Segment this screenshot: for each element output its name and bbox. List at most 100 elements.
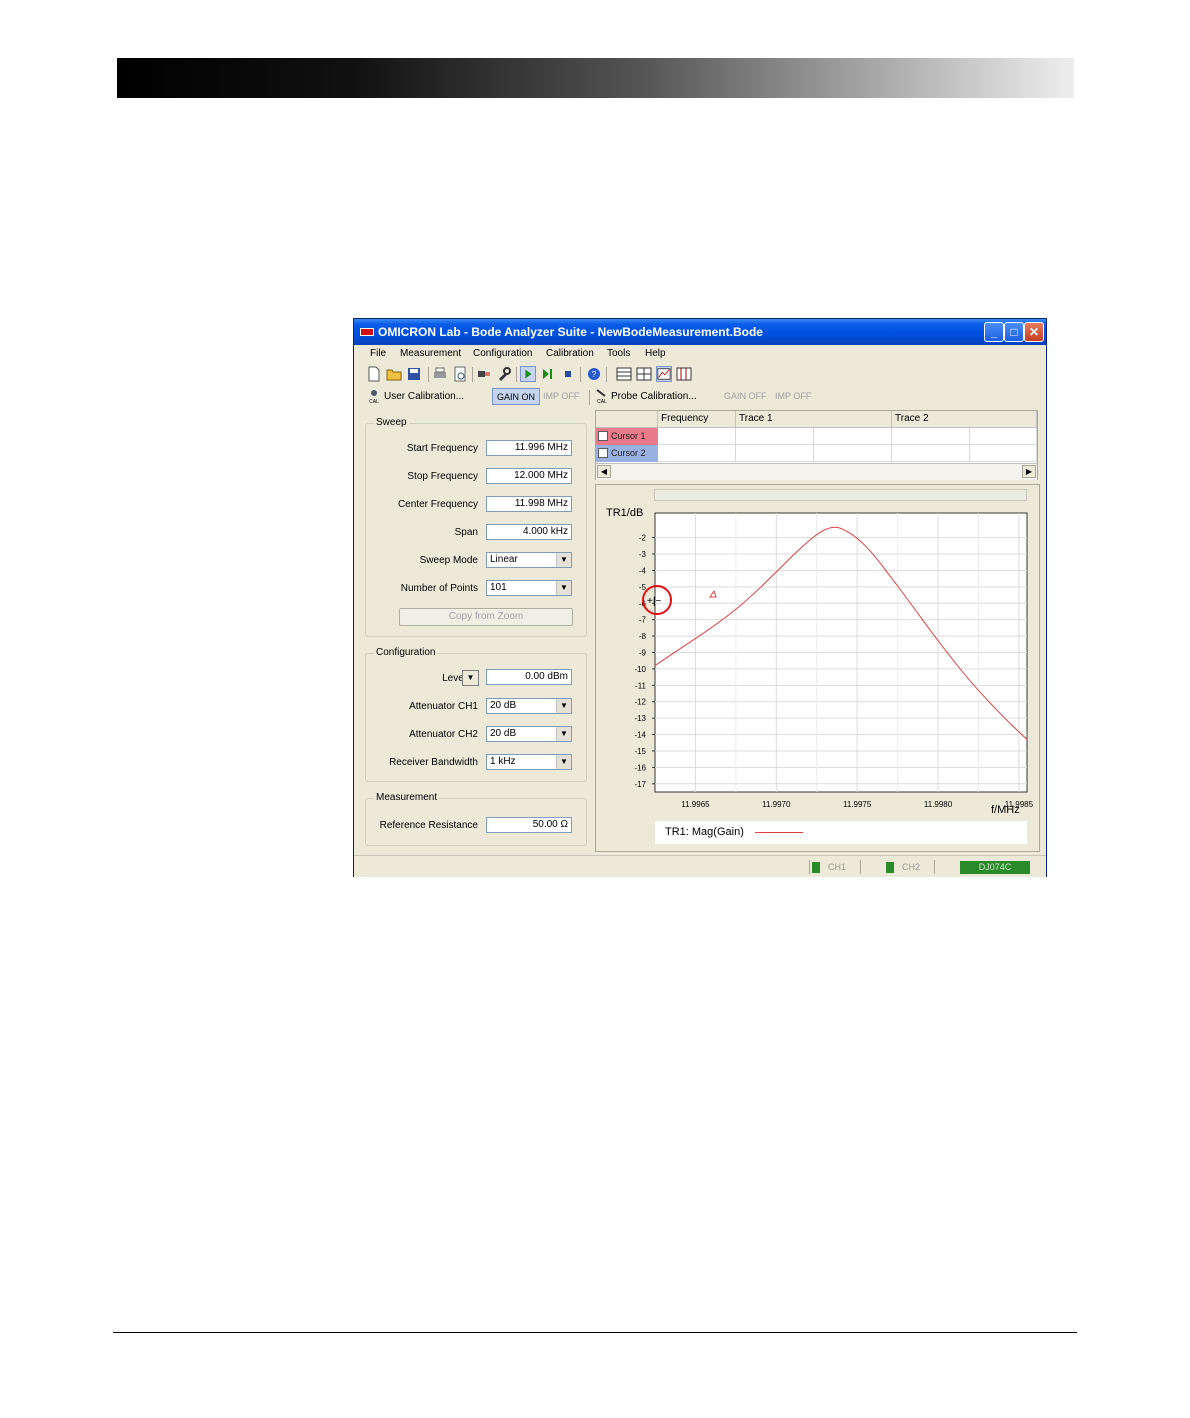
table-cell[interactable] [892,445,970,462]
y-tick-label: -17 [634,780,646,789]
receiver-bandwidth-label: Receiver Bandwidth [389,757,478,768]
table-cell[interactable] [814,445,892,462]
table-cell[interactable] [736,445,814,462]
sweep-mode-select[interactable]: Linear ▼ [486,552,572,568]
table-cell[interactable] [814,428,892,445]
dropdown-arrow-icon[interactable]: ▼ [556,755,571,769]
points-select[interactable]: 101 ▼ [486,580,572,596]
cursor1-row-header[interactable]: Cursor 1 [596,428,658,445]
menu-calibration[interactable]: Calibration [546,348,594,359]
frequency-column-header[interactable]: Frequency [658,411,736,428]
y-tick-label: -14 [634,731,646,740]
copy-from-zoom-button[interactable]: Copy from Zoom [399,608,573,626]
scroll-left-icon[interactable]: ◀ [597,465,611,478]
receiver-bandwidth-value: 1 kHz [490,756,516,767]
help-icon[interactable]: ? [586,366,602,382]
level-dropdown-button[interactable]: ▼ [462,670,479,686]
probe-calibration-button[interactable]: Probe Calibration... [611,391,697,402]
attenuator-ch1-select[interactable]: 20 dB ▼ [486,698,572,714]
trace1-column-header[interactable]: Trace 1 [736,411,892,428]
level-input[interactable]: 0.00 dBm [486,669,572,685]
gain-on-button[interactable]: GAIN ON [492,388,541,405]
dropdown-arrow-icon[interactable]: ▼ [556,727,571,741]
maximize-button[interactable]: □ [1004,322,1024,342]
horizontal-scrollbar[interactable]: ◀ ▶ [596,463,1037,480]
save-icon[interactable] [406,366,422,382]
open-folder-icon[interactable] [386,366,402,382]
attenuator-ch1-label: Attenuator CH1 [409,701,478,712]
table-view-icon[interactable] [676,366,692,382]
menu-measurement[interactable]: Measurement [400,348,461,359]
new-file-icon[interactable] [366,366,382,382]
table-cell[interactable] [970,428,1037,445]
bode-chart[interactable]: -2-3-4-5-6-7-8-9-10-11-12-13-14-15-16-17… [596,485,1039,820]
wrench-icon[interactable] [496,366,512,382]
cursor1-checkbox[interactable] [598,431,608,441]
span-input[interactable]: 4.000 kHz [486,524,572,540]
scroll-right-icon[interactable]: ▶ [1022,465,1036,478]
probe-calibration-icon[interactable]: CAL [594,388,610,404]
reference-resistance-input[interactable]: 50.00 Ω [486,817,572,833]
layout-one-icon[interactable] [616,366,632,382]
center-frequency-input[interactable]: 11.998 MHz [486,496,572,512]
toolbar-separator [606,367,607,382]
dropdown-arrow-icon[interactable]: ▼ [556,699,571,713]
trace2-column-header[interactable]: Trace 2 [892,411,1037,428]
connect-device-icon[interactable] [476,366,492,382]
start-frequency-input[interactable]: 11.996 MHz [486,440,572,456]
menu-bar: File Measurement Configuration Calibrati… [354,345,1046,363]
cursor2-checkbox[interactable] [598,448,608,458]
table-cell[interactable] [970,445,1037,462]
cursor-table: Frequency Trace 1 Trace 2 Cursor 1 Curso… [595,410,1038,480]
menu-configuration[interactable]: Configuration [473,348,532,359]
user-calibration-button[interactable]: User Calibration... [384,391,464,402]
minimize-button[interactable]: _ [984,322,1004,342]
points-value: 101 [490,582,507,593]
user-calibration-icon[interactable]: CAL [366,388,382,404]
calibration-toolbar: CAL User Calibration... GAIN ON IMP OFF … [354,387,1046,408]
chart-view-icon[interactable] [656,366,672,382]
table-cell[interactable] [736,428,814,445]
probe-imp-off-button[interactable]: IMP OFF [771,388,815,405]
stop-frequency-input[interactable]: 12.000 MHz [486,468,572,484]
attenuator-ch2-select[interactable]: 20 dB ▼ [486,726,572,742]
ch1-status: CH1 [828,862,847,872]
title-bar[interactable]: OMICRON Lab - Bode Analyzer Suite - NewB… [354,319,1046,345]
continuous-sweep-icon[interactable] [520,366,536,382]
legend-trace1-label: TR1: Mag(Gain) [665,826,744,838]
toolbar-separator [589,390,590,405]
close-button[interactable]: ✕ [1024,322,1044,342]
x-axis-label: f/MHz [991,804,1020,816]
layout-two-icon[interactable] [636,366,652,382]
print-preview-icon[interactable] [452,366,468,382]
menu-tools[interactable]: Tools [607,348,630,359]
single-sweep-icon[interactable] [540,366,556,382]
print-icon[interactable] [432,366,448,382]
table-cell[interactable] [658,445,736,462]
zoom-plus-minus-icon[interactable]: +|− [647,596,661,607]
y-tick-label: -10 [634,665,646,674]
table-cell[interactable] [658,428,736,445]
sweep-group-title: Sweep [374,417,409,428]
dropdown-arrow-icon[interactable]: ▼ [556,581,571,595]
y-tick-label: -9 [639,649,647,658]
chart-legend: TR1: Mag(Gain) [655,821,1027,844]
menu-file[interactable]: File [370,348,386,359]
document-footer-line [113,1332,1077,1333]
application-window: OMICRON Lab - Bode Analyzer Suite - NewB… [353,318,1047,877]
menu-help[interactable]: Help [645,348,666,359]
cursor2-row-header[interactable]: Cursor 2 [596,445,658,462]
ch1-led-icon [812,862,820,873]
table-cell[interactable] [892,428,970,445]
x-tick-label: 11.9970 [762,800,791,809]
sweep-group: Sweep Start Frequency 11.996 MHz Stop Fr… [365,417,587,637]
configuration-group-title: Configuration [374,647,438,658]
imp-off-button[interactable]: IMP OFF [539,388,583,405]
svg-text:?: ? [592,370,597,379]
dropdown-arrow-icon[interactable]: ▼ [556,553,571,567]
probe-gain-off-button[interactable]: GAIN OFF [720,388,771,405]
receiver-bandwidth-select[interactable]: 1 kHz ▼ [486,754,572,770]
stop-icon[interactable] [560,366,576,382]
toolbar-separator [516,367,517,382]
svg-text:CAL: CAL [369,399,379,404]
